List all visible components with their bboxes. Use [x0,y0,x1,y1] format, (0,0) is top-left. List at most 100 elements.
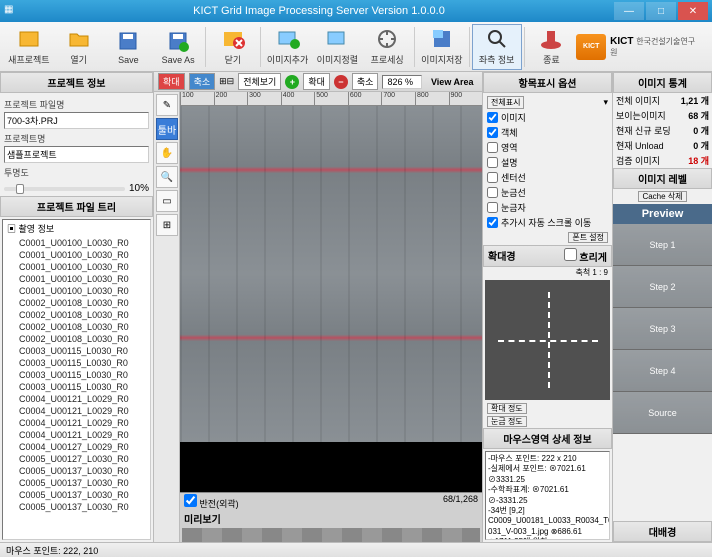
tree-item[interactable]: C0001_U00100_L0030_R0 [3,237,150,249]
font-settings-button[interactable]: 폰트 설정 [568,232,608,243]
tree-item[interactable]: C0004_U00121_L0029_R0 [3,405,150,417]
display-option[interactable]: 영역 [487,140,608,155]
tree-item[interactable]: C0001_U00100_L0030_R0 [3,285,150,297]
project-name-label: 프로젝트명 [4,132,149,145]
zoom-tab-out[interactable]: 축소 [189,73,216,90]
blur-checkbox[interactable]: 흐리게 [564,248,607,264]
tree-item[interactable]: C0001_U00100_L0030_R0 [3,261,150,273]
tree-item[interactable]: C0002_U00108_L0030_R0 [3,333,150,345]
mouse-detail-header: 마우스영역 상세 정보 [483,428,612,449]
hand-tool[interactable]: ✋ [156,142,178,164]
stats-panel: 이미지 통계 전체 이미지1,21 개보이는이미지68 개현재 신규 로딩0 개… [612,72,712,542]
preview-step[interactable]: Step 2 [613,266,712,308]
zoom-in-button[interactable]: 확대 [303,73,330,90]
cache-clear-button[interactable]: Cache 삭제 [638,191,686,202]
image-level-header: 이미지 레벨 [613,168,712,189]
opacity-label: 투명도 [4,166,149,179]
tree-item[interactable]: C0004_U00121_L0029_R0 [3,417,150,429]
full-view-button[interactable]: 전체보기 [238,73,281,90]
stat-row: 전체 이미지1,21 개 [613,93,712,108]
open-button[interactable]: 열기 [54,24,104,70]
thumbnail-strip-image[interactable] [182,528,480,542]
tree-item[interactable]: C0002_U00108_L0030_R0 [3,309,150,321]
save-as-button[interactable]: Save As [153,24,203,70]
tree-item[interactable]: C0003_U00115_L0030_R0 [3,381,150,393]
tree-item[interactable]: C0002_U00108_L0030_R0 [3,321,150,333]
tree-item[interactable]: C0004_U00121_L0029_R0 [3,429,150,441]
mouse-detail-text: -마우스 포인트: 222 x 210-실제에서 포인트: ⊗7021.61 ⊘… [485,451,610,540]
tree-item[interactable]: C0004_U00121_L0029_R0 [3,393,150,405]
tree-item[interactable]: C0004_U00127_L0029_R0 [3,441,150,453]
dropdown-icon[interactable]: ▾ [603,97,608,108]
preview-header: Preview [613,204,712,224]
opacity-slider[interactable] [4,187,125,191]
magnifier-header: 확대경 [488,248,516,264]
magnifier-view[interactable] [485,280,610,400]
new-project-button[interactable]: 새프로젝트 [4,24,54,70]
main-toolbar: 새프로젝트 열기 Save Save As 닫기 이미지추가 이미지정렬 프로세… [0,22,712,72]
save-image-button[interactable]: 이미지저장 [417,24,467,70]
logo-text: KICT 한국건설기술연구원 [610,36,702,58]
brush-tool[interactable]: ✎ [156,94,178,116]
tree-item[interactable]: C0001_U00100_L0030_R0 [3,273,150,285]
invert-checkbox[interactable]: 반전(외곽) [184,494,239,510]
display-options-header: 항목표시 옵션 [483,72,612,93]
align-image-button[interactable]: 이미지정렬 [313,24,363,70]
preview-list: Preview Step 1Step 2Step 3Step 4Source [613,204,712,521]
measure-tool[interactable]: ⊞ [156,214,178,236]
stat-row: 보이는이미지68 개 [613,108,712,123]
mouse-position: 마우스 포인트: 222, 210 [6,546,98,556]
processing-button[interactable]: 프로세싱 [362,24,412,70]
tree-item[interactable]: C0001_U00100_L0030_R0 [3,249,150,261]
zoom-info-button[interactable]: 좌측 정보 [472,24,522,70]
window-controls: — □ ✕ [614,2,708,20]
thumbnail-strip: 반전(외곽) 68/1,268 미리보기 [180,492,482,542]
zoom-bar: 확대 축소 ⊞⊟ 전체보기 + 확대 − 축소 826 % View Area [154,72,482,92]
tree-item[interactable]: C0005_U00137_L0030_R0 [3,489,150,501]
display-option[interactable]: 설명 [487,155,608,170]
close-project-button[interactable]: 닫기 [208,24,258,70]
tree-item[interactable]: C0005_U00137_L0030_R0 [3,477,150,489]
display-option[interactable]: 눈금선 [487,185,608,200]
preview-step[interactable]: Step 4 [613,350,712,392]
tree-root-node[interactable]: ▣ 촬영 정보 [3,220,150,237]
preview-step[interactable]: Source [613,392,712,434]
file-tree[interactable]: ▣ 촬영 정보 C0001_U00100_L0030_R0C0001_U0010… [2,219,151,540]
all-display-button[interactable]: 전체표시 [487,96,524,109]
toolbar-tool[interactable]: 툴바 [156,118,178,140]
display-option[interactable]: 이미지 [487,110,608,125]
tree-item[interactable]: C0005_U00127_L0030_R0 [3,453,150,465]
zoom-precision-button[interactable]: 확대 정도 [487,403,527,414]
add-image-button[interactable]: 이미지추가 [263,24,313,70]
tree-item[interactable]: C0003_U00115_L0030_R0 [3,357,150,369]
exit-button[interactable]: 종료 [527,24,577,70]
preview-step[interactable]: Step 3 [613,308,712,350]
zoom-out-icon[interactable]: − [334,75,348,89]
tree-item[interactable]: C0005_U00137_L0030_R0 [3,465,150,477]
display-option[interactable]: 추가시 자동 스크롤 이동 [487,215,608,230]
horizontal-ruler: 100200300400500600700800900 [180,92,482,106]
tree-item[interactable]: C0002_U00108_L0030_R0 [3,297,150,309]
vertical-toolbar: ✎ 툴바 ✋ 🔍 ▭ ⊞ [154,92,180,542]
grid-precision-button[interactable]: 눈금 정도 [487,416,527,427]
canvas[interactable]: 100200300400500600700800900 반전(외곽) 68/1,… [180,92,482,542]
canvas-image[interactable] [180,106,482,442]
preview-step[interactable]: Step 1 [613,224,712,266]
maximize-button[interactable]: □ [646,2,676,20]
minimize-button[interactable]: — [614,2,644,20]
display-option[interactable]: 눈금자 [487,200,608,215]
display-option[interactable]: 센터선 [487,170,608,185]
tree-item[interactable]: C0003_U00115_L0030_R0 [3,369,150,381]
zoom-tool[interactable]: 🔍 [156,166,178,188]
project-info-header: 프로젝트 정보 [0,72,153,93]
zoom-value[interactable]: 826 % [382,75,422,89]
ruler-tool[interactable]: ▭ [156,190,178,212]
display-option[interactable]: 객체 [487,125,608,140]
tree-item[interactable]: C0005_U00137_L0030_R0 [3,501,150,513]
zoom-tab-in[interactable]: 확대 [158,73,185,90]
save-button[interactable]: Save [104,24,154,70]
zoom-in-icon[interactable]: + [285,75,299,89]
zoom-out-button[interactable]: 축소 [352,73,379,90]
tree-item[interactable]: C0003_U00115_L0030_R0 [3,345,150,357]
close-button[interactable]: ✕ [678,2,708,20]
